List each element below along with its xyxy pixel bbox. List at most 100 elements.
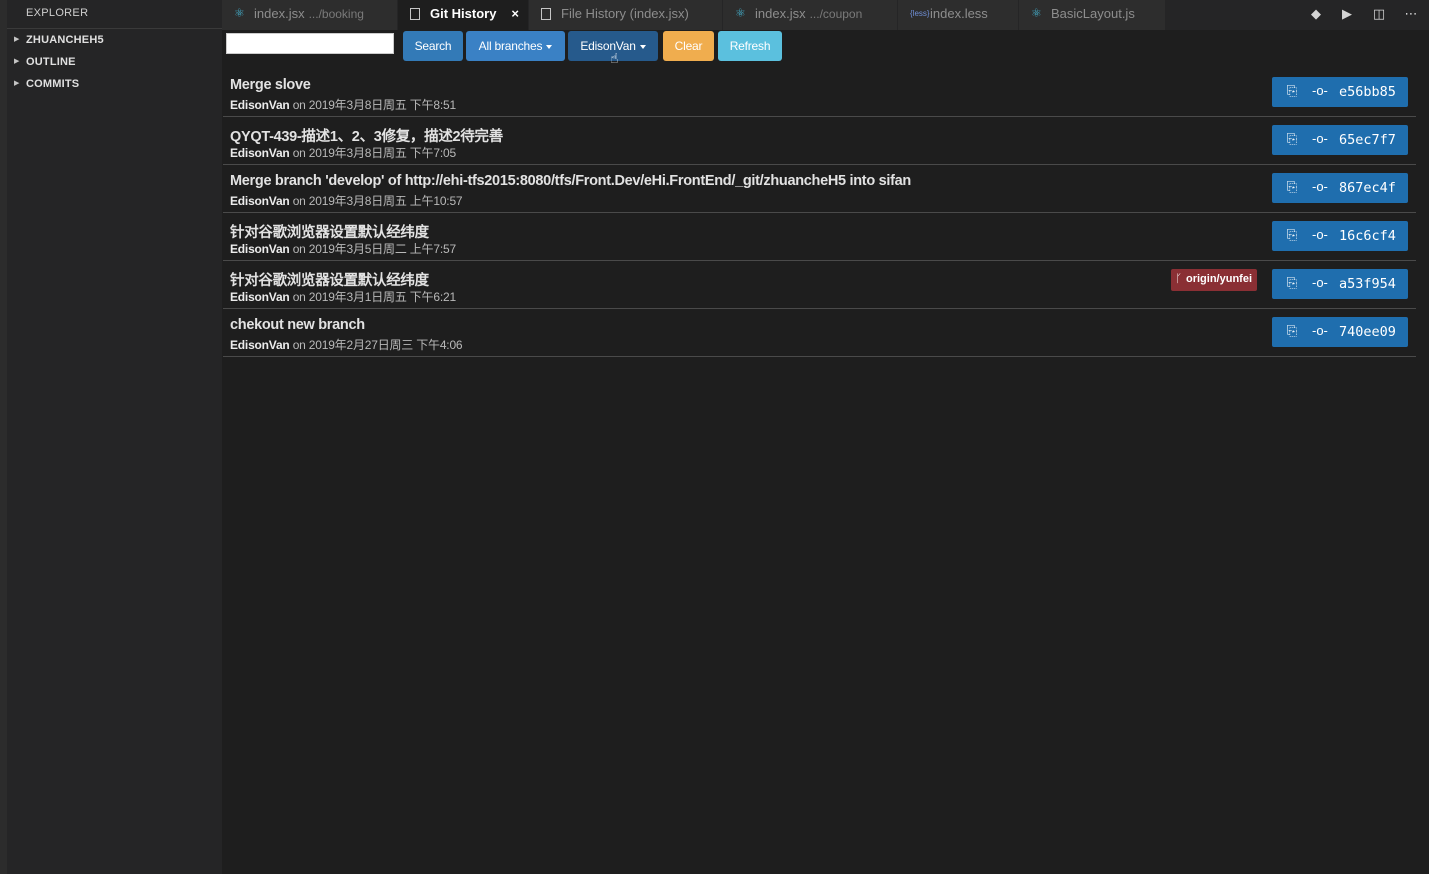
- section-label: ZHUANCHEH5: [26, 34, 104, 46]
- copy-icon[interactable]: ⎘: [1284, 83, 1300, 99]
- git-history-toolbar: Search All branches EdisonVan Clear Refr…: [222, 30, 1429, 66]
- tab-file-history[interactable]: File History (index.jsx): [529, 0, 723, 30]
- commit-meta: EdisonVan on 2019年3月5日周二 上午7:57: [230, 240, 456, 257]
- commit-row[interactable]: 针对谷歌浏览器设置默认经纬度 EdisonVan on 2019年3月5日周二 …: [223, 213, 1416, 261]
- commit-hash: 16c6cf4: [1339, 228, 1396, 244]
- commit-subject[interactable]: QYQT-439-描述1、2、3修复，描述2待完善: [230, 125, 503, 146]
- section-outline[interactable]: ▶ OUTLINE: [7, 51, 222, 73]
- commit-author[interactable]: EdisonVan: [230, 98, 290, 112]
- less-icon: {less}: [910, 9, 930, 18]
- commit-hash-button[interactable]: ⎘ -o- a53f954: [1272, 269, 1408, 299]
- tab-index-jsx-coupon[interactable]: ⚛ index.jsx .../coupon: [723, 0, 898, 30]
- tab-index-less[interactable]: {less} index.less: [898, 0, 1019, 30]
- tab-label: index.jsx: [254, 6, 305, 21]
- chevron-right-icon: ▶: [14, 80, 20, 87]
- tab-label: index.less: [930, 6, 988, 21]
- commit-hash: a53f954: [1339, 276, 1396, 292]
- commit-date: on 2019年2月27日周三 下午4:06: [292, 338, 463, 352]
- run-icon[interactable]: ▶: [1336, 0, 1358, 28]
- tab-label: index.jsx: [755, 6, 806, 21]
- commit-subject[interactable]: chekout new branch: [230, 317, 365, 333]
- hand-cursor-icon: ☝: [610, 50, 619, 66]
- commit-hash-button[interactable]: ⎘ -o- 740ee09: [1272, 317, 1408, 347]
- refresh-button[interactable]: Refresh: [718, 31, 782, 61]
- explorer-sidebar: EXPLORER ▶ ZHUANCHEH5 ▶ OUTLINE ▶ COMMIT…: [7, 0, 222, 874]
- commit-row[interactable]: QYQT-439-描述1、2、3修复，描述2待完善 EdisonVan on 2…: [223, 117, 1416, 165]
- search-input[interactable]: [226, 33, 394, 54]
- git-commit-icon: -o-: [1312, 83, 1328, 98]
- commit-date: on 2019年3月5日周二 上午7:57: [292, 242, 456, 256]
- commit-meta: EdisonVan on 2019年2月27日周三 下午4:06: [230, 336, 463, 353]
- close-icon[interactable]: ×: [511, 0, 519, 27]
- react-icon: ⚛: [1031, 6, 1042, 20]
- commit-hash-button[interactable]: ⎘ -o- e56bb85: [1272, 77, 1408, 107]
- section-commits[interactable]: ▶ COMMITS: [7, 73, 222, 95]
- caret-down-icon: [639, 44, 646, 49]
- clear-button[interactable]: Clear: [663, 31, 714, 61]
- commit-hash-button[interactable]: ⎘ -o- 867ec4f: [1272, 173, 1408, 203]
- commit-row[interactable]: Merge branch 'develop' of http://ehi-tfs…: [223, 165, 1416, 213]
- tab-path-hint: .../booking: [308, 7, 364, 21]
- commit-author[interactable]: EdisonVan: [230, 146, 290, 160]
- commit-hash: 65ec7f7: [1339, 132, 1396, 148]
- commit-meta: EdisonVan on 2019年3月1日周五 下午6:21: [230, 288, 456, 305]
- git-commit-icon: -o-: [1312, 227, 1328, 242]
- explorer-title: EXPLORER: [26, 7, 89, 19]
- tab-label: File History (index.jsx): [561, 6, 689, 21]
- branch-badge[interactable]: ᚴ origin/yunfei: [1171, 269, 1257, 291]
- copy-icon[interactable]: ⎘: [1284, 131, 1300, 147]
- commit-subject[interactable]: Merge branch 'develop' of http://ehi-tfs…: [230, 173, 911, 189]
- split-editor-icon[interactable]: ◫: [1368, 0, 1390, 28]
- tab-label: Git History: [430, 6, 497, 21]
- editor-tab-bar: ⚛ index.jsx .../booking Git History × Fil…: [222, 0, 1429, 30]
- caret-down-icon: [546, 44, 553, 49]
- more-actions-icon[interactable]: ⋯: [1400, 0, 1422, 28]
- commit-author[interactable]: EdisonVan: [230, 338, 290, 352]
- chevron-right-icon: ▶: [14, 58, 20, 65]
- commit-hash: 867ec4f: [1339, 180, 1396, 196]
- branches-dropdown[interactable]: All branches: [466, 31, 565, 61]
- commit-author[interactable]: EdisonVan: [230, 290, 290, 304]
- commit-hash-button[interactable]: ⎘ -o- 65ec7f7: [1272, 125, 1408, 155]
- react-icon: ⚛: [234, 6, 245, 20]
- tab-path-hint: .../coupon: [809, 7, 863, 21]
- copy-icon[interactable]: ⎘: [1284, 227, 1300, 243]
- chevron-right-icon: ▶: [14, 36, 20, 43]
- commit-subject[interactable]: Merge slove: [230, 77, 311, 93]
- commit-row[interactable]: chekout new branch EdisonVan on 2019年2月2…: [223, 309, 1416, 357]
- branches-label: All branches: [478, 39, 543, 53]
- commit-row[interactable]: 针对谷歌浏览器设置默认经纬度 EdisonVan on 2019年3月1日周五 …: [223, 261, 1416, 309]
- commit-subject[interactable]: 针对谷歌浏览器设置默认经纬度: [230, 269, 429, 290]
- tab-basiclayout-js[interactable]: ⚛ BasicLayout.js: [1019, 0, 1166, 30]
- activity-bar: [0, 0, 7, 874]
- commit-row[interactable]: Merge slove EdisonVan on 2019年3月8日周五 下午8…: [223, 69, 1416, 117]
- commit-author[interactable]: EdisonVan: [230, 194, 290, 208]
- commit-date: on 2019年3月8日周五 下午8:51: [292, 98, 456, 112]
- tab-label: BasicLayout.js: [1051, 6, 1135, 21]
- git-commit-icon: -o-: [1312, 179, 1328, 194]
- git-compare-icon[interactable]: ◆: [1305, 0, 1327, 28]
- section-zhuancheh5[interactable]: ▶ ZHUANCHEH5: [7, 28, 222, 51]
- git-commit-icon: -o-: [1312, 275, 1328, 290]
- commit-subject[interactable]: 针对谷歌浏览器设置默认经纬度: [230, 221, 429, 242]
- tab-git-history[interactable]: Git History ×: [398, 0, 529, 30]
- commit-list: Merge slove EdisonVan on 2019年3月8日周五 下午8…: [223, 69, 1416, 357]
- commit-date: on 2019年3月8日周五 上午10:57: [292, 194, 463, 208]
- file-icon: [410, 0, 420, 30]
- section-label: OUTLINE: [26, 56, 76, 68]
- commit-meta: EdisonVan on 2019年3月8日周五 下午8:51: [230, 96, 456, 113]
- commit-hash-button[interactable]: ⎘ -o- 16c6cf4: [1272, 221, 1408, 251]
- git-commit-icon: -o-: [1312, 323, 1328, 338]
- section-label: COMMITS: [26, 78, 80, 90]
- commit-author[interactable]: EdisonVan: [230, 242, 290, 256]
- react-icon: ⚛: [735, 6, 746, 20]
- copy-icon[interactable]: ⎘: [1284, 323, 1300, 339]
- commit-meta: EdisonVan on 2019年3月8日周五 上午10:57: [230, 192, 463, 209]
- copy-icon[interactable]: ⎘: [1284, 179, 1300, 195]
- copy-icon[interactable]: ⎘: [1284, 275, 1300, 291]
- tab-index-jsx-booking[interactable]: ⚛ index.jsx .../booking: [222, 0, 398, 30]
- search-button[interactable]: Search: [403, 31, 463, 61]
- commit-meta: EdisonVan on 2019年3月8日周五 下午7:05: [230, 144, 456, 161]
- commit-date: on 2019年3月1日周五 下午6:21: [292, 290, 456, 304]
- git-branch-icon: ᚴ: [1175, 273, 1182, 285]
